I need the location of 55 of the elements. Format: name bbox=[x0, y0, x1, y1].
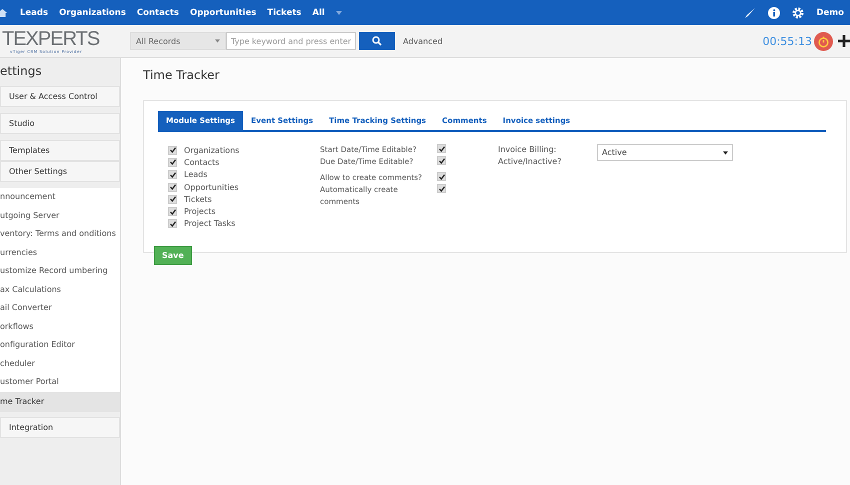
stopwatch-button-icon[interactable] bbox=[814, 32, 833, 50]
info-icon[interactable] bbox=[768, 6, 780, 18]
checkbox-label: Contacts bbox=[184, 158, 220, 167]
search-icon bbox=[372, 36, 382, 46]
sidebar-item[interactable]: orkflows bbox=[0, 318, 120, 336]
caret-icon bbox=[723, 150, 728, 154]
checkbox-label: Project Tasks bbox=[184, 219, 236, 228]
checkbox-label: Organizations bbox=[184, 146, 240, 155]
checkbox[interactable] bbox=[437, 156, 446, 165]
nav-link[interactable]: Tickets bbox=[267, 8, 302, 18]
checkbox-label: Opportunities bbox=[184, 182, 239, 192]
advanced-search-link[interactable]: Advanced bbox=[403, 36, 443, 46]
sidebar-title: ettings bbox=[0, 64, 43, 80]
checkbox[interactable] bbox=[437, 144, 446, 153]
timer-display: 00:55:13 bbox=[762, 34, 812, 48]
checkbox-label: Leads bbox=[184, 170, 208, 180]
nav-link[interactable]: Contacts bbox=[136, 8, 179, 18]
sidebar-group-header[interactable]: User & Access Control bbox=[0, 86, 120, 107]
nav-link[interactable]: Opportunities bbox=[190, 8, 256, 18]
nav-link[interactable]: All bbox=[312, 8, 325, 18]
sidebar-group-header[interactable]: Templates bbox=[0, 140, 120, 161]
checkbox[interactable] bbox=[437, 184, 446, 193]
nav-link[interactable]: Organizations bbox=[59, 8, 126, 18]
settings-icon[interactable] bbox=[792, 6, 804, 18]
sidebar-group-header[interactable]: Studio bbox=[0, 113, 120, 134]
sidebar-item[interactable]: urrencies bbox=[0, 244, 120, 262]
sidebar-item[interactable]: utgoing Server bbox=[0, 206, 120, 225]
sidebar-item[interactable]: cheduler bbox=[0, 354, 120, 373]
caret-icon bbox=[336, 10, 342, 14]
home-icon[interactable] bbox=[0, 8, 8, 18]
search-field[interactable]: Type keyword and press enter bbox=[226, 32, 356, 50]
sidebar-item[interactable]: onfiguration Editor bbox=[0, 336, 120, 354]
invoice-billing-label: Invoice Billing: Active/Inactive? bbox=[498, 144, 562, 168]
checkbox[interactable] bbox=[168, 182, 177, 192]
sidebar-item[interactable]: ustomer Portal bbox=[0, 373, 120, 392]
sidebar-item[interactable]: ax Calculations bbox=[0, 280, 120, 299]
caret-icon bbox=[215, 39, 220, 43]
search-scope-dropdown[interactable]: All Records bbox=[130, 32, 226, 50]
plus-icon[interactable] bbox=[838, 35, 850, 47]
checkbox-label: Tickets bbox=[184, 194, 212, 204]
checkbox[interactable] bbox=[437, 172, 446, 181]
user-menu[interactable]: Demo bbox=[816, 8, 844, 18]
sidebar-item[interactable]: ventory: Terms and onditions bbox=[0, 225, 120, 244]
sidebar-item[interactable]: ail Converter bbox=[0, 299, 120, 318]
nav-link[interactable]: Leads bbox=[20, 8, 48, 18]
search-button[interactable] bbox=[359, 32, 395, 50]
page-title: Time Tracker bbox=[143, 68, 220, 84]
sidebar-item[interactable]: me Tracker bbox=[0, 392, 120, 412]
brush-icon[interactable] bbox=[744, 6, 756, 18]
sidebar-group-header[interactable]: Integration bbox=[0, 417, 120, 438]
sidebar-item[interactable]: ustomize Record umbering bbox=[0, 262, 120, 280]
sidebar-item[interactable]: nnouncement bbox=[0, 188, 120, 206]
sidebar-group-header[interactable]: Other Settings bbox=[0, 161, 120, 182]
invoice-billing-dropdown[interactable]: Active bbox=[597, 144, 733, 161]
checkbox-label: Projects bbox=[184, 207, 216, 216]
